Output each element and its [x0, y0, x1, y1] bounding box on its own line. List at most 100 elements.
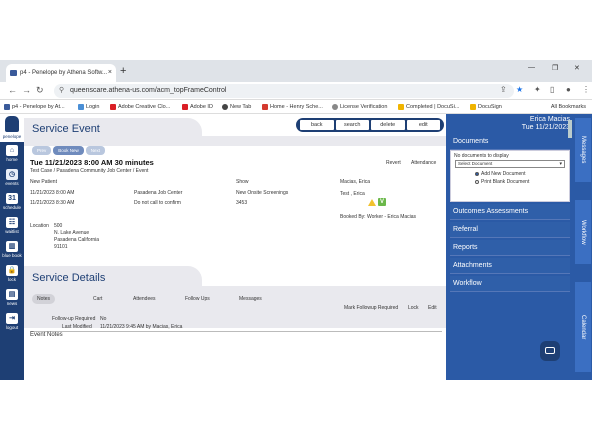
bookmark-item[interactable]: New Tab — [222, 102, 251, 112]
extensions-icon[interactable]: ✦ — [534, 85, 541, 94]
bookmark-item[interactable]: Adobe ID — [182, 102, 213, 112]
bookmark-item[interactable]: Completed | DocuSi... — [398, 102, 459, 112]
staff-name[interactable]: Macias, Erica — [340, 179, 370, 185]
delete-button[interactable]: delete — [371, 120, 405, 130]
browser-window: p4 - Penelope by Athena Softw... × + — ❐… — [0, 60, 592, 380]
tab-messages-vertical[interactable]: Messages — [575, 118, 591, 182]
attendance-link[interactable]: Attendance — [411, 160, 436, 166]
referral-section[interactable]: Referral — [450, 222, 570, 238]
back-button[interactable]: back — [300, 120, 334, 130]
bookmark-item[interactable]: License Verification — [332, 102, 387, 112]
event-subtitle: Test Case / Pasadena Community Job Cente… — [30, 168, 149, 174]
documents-title[interactable]: Documents — [450, 134, 570, 150]
verified-icon[interactable]: V — [378, 198, 386, 206]
bookmark-favicon-icon — [78, 104, 84, 110]
prev-button[interactable]: Prev — [32, 146, 52, 155]
bookmark-favicon-icon — [398, 104, 404, 110]
clock-icon: ◷ — [6, 169, 18, 180]
print-blank-document-radio[interactable]: Print Blank Document — [475, 179, 529, 185]
nav-events[interactable]: ◷ events — [2, 168, 22, 190]
tab-cart[interactable]: Cart — [88, 294, 107, 304]
revert-link[interactable]: Revert — [386, 160, 401, 166]
bookmark-favicon-icon — [4, 104, 10, 110]
new-tab-button[interactable]: + — [120, 64, 126, 78]
current-date: Tue 11/21/2023 — [521, 124, 570, 131]
nav-news[interactable]: ▤ news — [2, 288, 22, 310]
nav-home[interactable]: ⌂ home — [2, 144, 22, 166]
browser-tab[interactable]: p4 - Penelope by Athena Softw... × — [6, 64, 116, 82]
no-documents-text: No documents to display — [454, 153, 509, 159]
event-notes-label: Event Notes — [30, 332, 63, 338]
service-event-header: Service Event — [24, 118, 202, 144]
add-new-document-radio[interactable]: Add New Document — [475, 171, 525, 177]
next-button[interactable]: Next — [85, 146, 106, 155]
row1-time: 11/21/2023 8:00 AM — [30, 190, 75, 196]
bookmark-item[interactable]: Home - Henry Sche... — [262, 102, 323, 112]
client-name[interactable]: Test , Erica — [340, 191, 365, 197]
bookmark-item[interactable]: p4 - Penelope by At... — [4, 102, 65, 112]
all-bookmarks-link[interactable]: All Bookmarks — [551, 102, 586, 112]
row1-place: Pasadena Job Center — [134, 190, 183, 196]
tab-messages[interactable]: Messages — [234, 294, 267, 304]
chat-button[interactable] — [540, 341, 560, 361]
vertical-tabs: Messages Workflow Calendar — [574, 114, 592, 380]
followup-label: Follow-up Required — [52, 316, 96, 322]
users-icon: ☷ — [6, 217, 18, 228]
search-button[interactable]: search — [335, 120, 369, 130]
mark-followup-link[interactable]: Mark Followup Required — [344, 305, 398, 311]
screenshot-root: p4 - Penelope by Athena Softw... × + — ❐… — [0, 0, 592, 444]
bookmark-item[interactable]: Adobe Creative Clo... — [110, 102, 170, 112]
lock-icon: 🔒 — [6, 265, 18, 276]
book-new-button[interactable]: Book New — [53, 146, 84, 155]
lock-link[interactable]: Lock — [408, 305, 419, 311]
details-tabs: Notes Cart Attendees Follow Ups Messages — [32, 294, 442, 304]
modified-value: 11/21/2023 9:45 AM by Macias, Erica — [100, 324, 183, 330]
scrollbar[interactable] — [568, 120, 572, 138]
bookmark-item[interactable]: DocuSign — [470, 102, 502, 112]
bookmark-favicon-icon — [470, 104, 476, 110]
edit-link[interactable]: Edit — [428, 305, 437, 311]
forward-nav-icon[interactable]: → — [22, 85, 31, 95]
nav-schedule[interactable]: 31 schedule — [2, 192, 22, 214]
attachments-section[interactable]: Attachments — [450, 258, 570, 274]
penelope-logo[interactable]: penelope — [0, 114, 24, 142]
tab-calendar-vertical[interactable]: Calendar — [575, 282, 591, 372]
main-panel: Service Event back search delete edit Pr… — [24, 114, 446, 380]
share-icon[interactable]: ⇪ — [500, 85, 507, 94]
nav-lock[interactable]: 🔒 lock — [2, 264, 22, 286]
minimize-icon[interactable]: — — [528, 64, 535, 71]
bookmark-favicon-icon — [182, 104, 188, 110]
reload-icon[interactable]: ↻ — [36, 85, 44, 96]
logout-icon: ⇥ — [6, 313, 18, 324]
tab-follow-ups[interactable]: Follow Ups — [180, 294, 215, 304]
close-window-icon[interactable]: ✕ — [574, 64, 580, 72]
tab-notes[interactable]: Notes — [32, 294, 56, 304]
url-input[interactable]: ⚲ queenscare.athena-us.com/acm_topFrameC… — [54, 84, 514, 98]
back-nav-icon[interactable]: ← — [8, 85, 17, 95]
news-icon: ▤ — [6, 289, 18, 300]
radio-icon — [475, 180, 479, 184]
outcomes-assessments-section[interactable]: Outcomes Assessments — [450, 204, 570, 220]
url-text: queenscare.athena-us.com/acm_topFrameCon… — [70, 87, 227, 94]
documents-box: No documents to display Select Document ▾… — [450, 150, 570, 202]
workflow-section[interactable]: Workflow — [450, 276, 570, 292]
tab-attendees[interactable]: Attendees — [128, 294, 161, 304]
nav-logout[interactable]: ⇥ logout — [2, 312, 22, 334]
bookmark-item[interactable]: Login — [78, 102, 99, 112]
bookmark-star-icon[interactable]: ★ — [516, 85, 523, 94]
sidebar-icon[interactable]: ▯ — [550, 85, 554, 94]
followup-value: No — [100, 316, 107, 322]
maximize-icon[interactable]: ❐ — [552, 64, 558, 72]
reports-section[interactable]: Reports — [450, 240, 570, 256]
tab-workflow-vertical[interactable]: Workflow — [575, 200, 591, 264]
nav-waitlist[interactable]: ☷ waitlist — [2, 216, 22, 238]
select-document-dropdown[interactable]: Select Document ▾ — [455, 160, 565, 168]
location-line: N. Lake Avenue — [54, 230, 90, 236]
nav-bluebook[interactable]: ▥ blue book — [2, 240, 22, 262]
profile-icon[interactable]: ● — [566, 85, 571, 94]
site-info-icon[interactable]: ⚲ — [59, 84, 64, 98]
menu-icon[interactable]: ⋮ — [582, 85, 590, 94]
close-tab-icon[interactable]: × — [108, 64, 112, 82]
edit-button[interactable]: edit — [406, 120, 440, 130]
warning-icon[interactable] — [368, 199, 376, 206]
